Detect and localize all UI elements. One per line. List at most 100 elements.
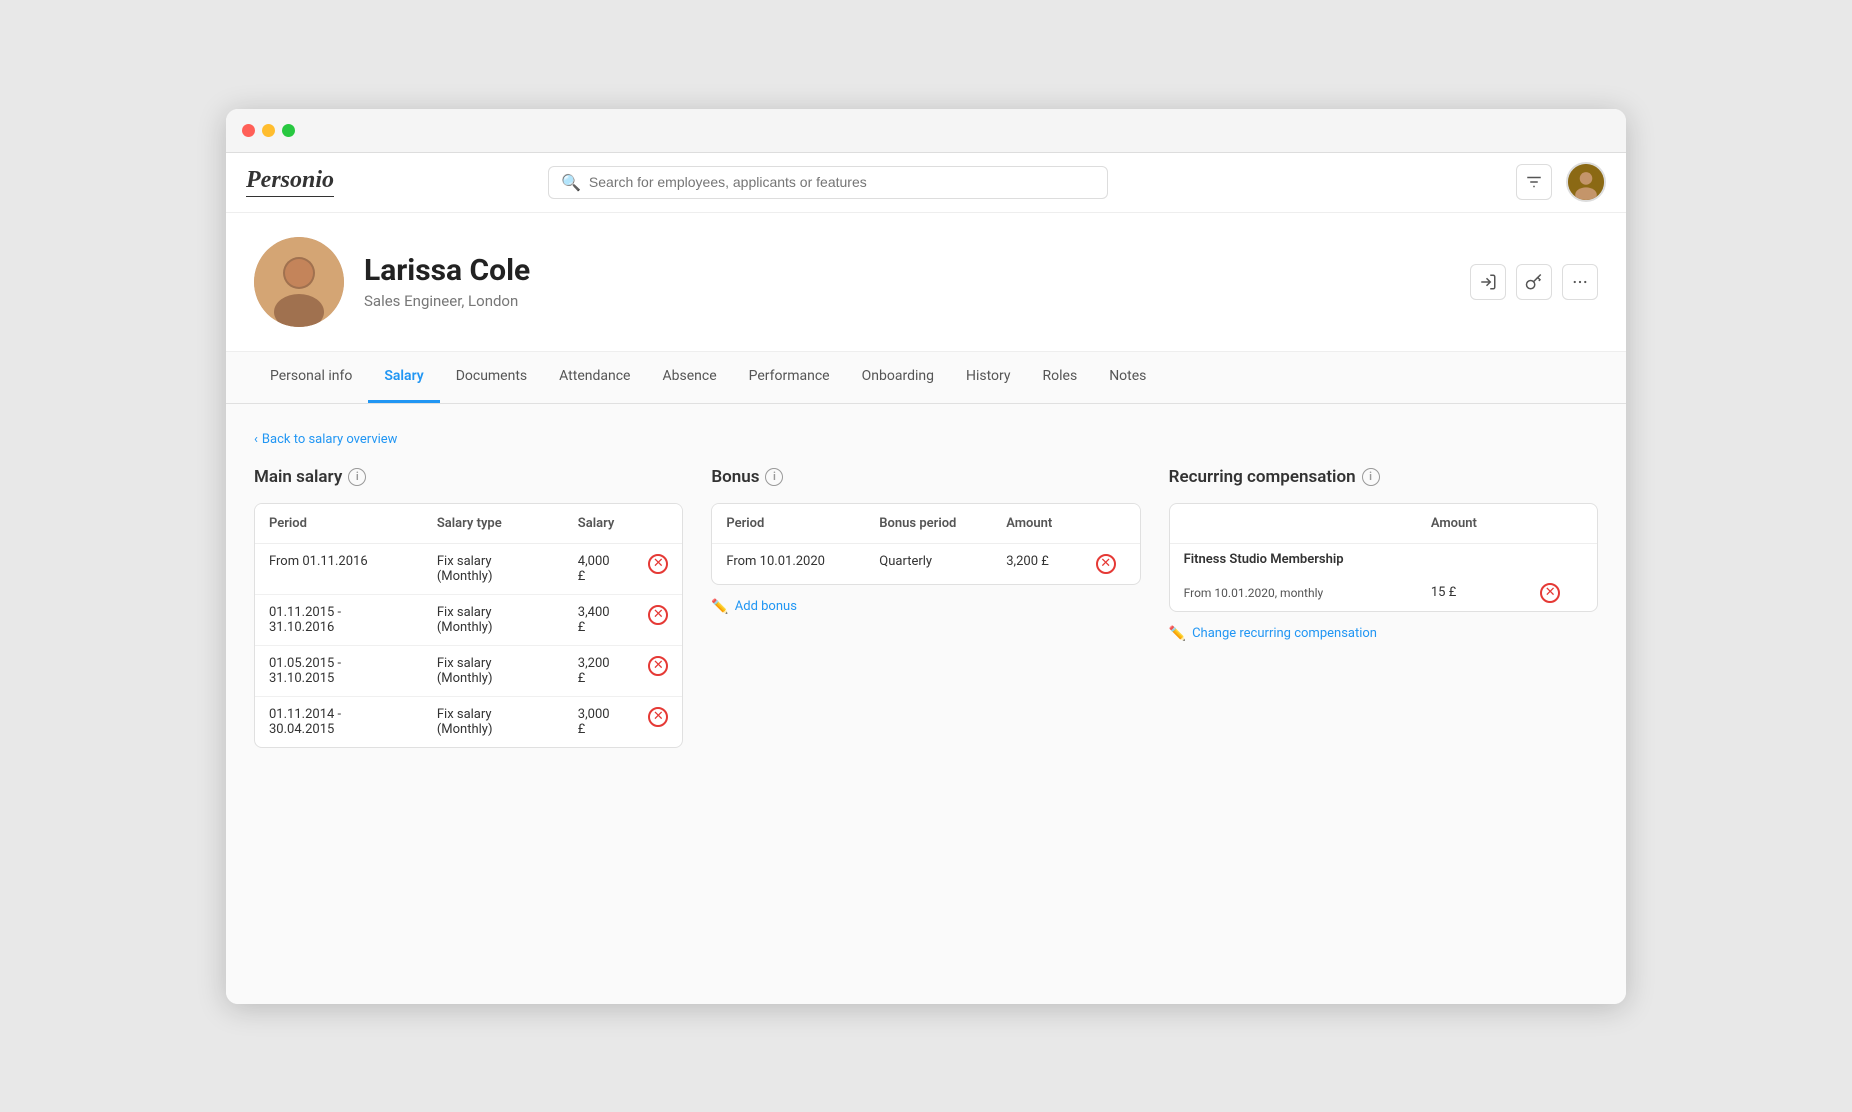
filter-icon	[1525, 173, 1543, 191]
profile-name: Larissa Cole	[364, 253, 1450, 288]
more-icon	[1571, 273, 1589, 291]
nav-right	[1516, 162, 1606, 202]
delete-button[interactable]: ✕	[648, 656, 668, 676]
main-salary-col-period: Period	[255, 504, 423, 544]
main-salary-col-action	[634, 504, 682, 544]
back-chevron-icon: ‹	[254, 432, 258, 447]
user-avatar[interactable]	[1566, 162, 1606, 202]
delete-cell: ✕	[634, 543, 682, 594]
recurring-col-name	[1170, 504, 1417, 544]
more-button[interactable]	[1562, 264, 1598, 300]
tab-salary[interactable]: Salary	[368, 352, 439, 403]
profile-photo	[254, 237, 344, 327]
recurring-col-amount: Amount	[1417, 504, 1526, 544]
bonus-section: Bonus i Period Bonus period Amount	[711, 467, 1140, 748]
logo: Personio	[246, 167, 334, 197]
amount-cell: 3,200 £	[992, 543, 1081, 584]
delete-cell: ✕	[1526, 575, 1597, 611]
recurring-name-cell: Fitness Studio Membership	[1170, 543, 1597, 575]
search-icon: 🔍	[561, 173, 581, 192]
key-button[interactable]	[1516, 264, 1552, 300]
recurring-info-icon[interactable]: i	[1362, 468, 1380, 486]
period-cell: From 10.01.2020	[712, 543, 865, 584]
key-icon	[1525, 273, 1543, 291]
tab-notes[interactable]: Notes	[1093, 352, 1162, 403]
close-dot[interactable]	[242, 124, 255, 137]
main-salary-col-salary: Salary	[564, 504, 635, 544]
type-cell: Fix salary (Monthly)	[423, 543, 564, 594]
back-to-salary-link[interactable]: ‹ Back to salary overview	[254, 432, 397, 447]
pencil-icon: ✏️	[711, 599, 728, 615]
minimize-dot[interactable]	[262, 124, 275, 137]
main-salary-section: Main salary i Period Salary type Salary	[254, 467, 683, 748]
recurring-col-action	[1526, 504, 1597, 544]
back-link-label: Back to salary overview	[262, 432, 398, 447]
change-recurring-label: Change recurring compensation	[1192, 626, 1377, 641]
bonus-col-period: Period	[712, 504, 865, 544]
window-controls	[242, 124, 295, 137]
add-bonus-link[interactable]: ✏️ Add bonus	[711, 599, 797, 615]
maximize-dot[interactable]	[282, 124, 295, 137]
tab-performance[interactable]: Performance	[733, 352, 846, 403]
delete-cell: ✕	[634, 594, 682, 645]
delete-button[interactable]: ✕	[648, 605, 668, 625]
bonus-period-cell: Quarterly	[865, 543, 992, 584]
main-salary-table: Period Salary type Salary From 01.11.201…	[254, 503, 683, 748]
delete-cell: ✕	[634, 645, 682, 696]
titlebar	[226, 109, 1626, 153]
period-cell: From 01.11.2016	[255, 543, 423, 594]
delete-cell: ✕	[634, 696, 682, 747]
table-row: From 01.11.2016 Fix salary (Monthly) 4,0…	[255, 543, 682, 594]
table-row: 01.11.2015 - 31.10.2016 Fix salary (Mont…	[255, 594, 682, 645]
bonus-col-bonus-period: Bonus period	[865, 504, 992, 544]
salary-grid: Main salary i Period Salary type Salary	[254, 467, 1598, 748]
profile-role: Sales Engineer, London	[364, 292, 1450, 310]
recurring-amount-cell: 15 £	[1417, 575, 1526, 611]
delete-button[interactable]: ✕	[648, 554, 668, 574]
type-cell: Fix salary (Monthly)	[423, 645, 564, 696]
change-recurring-link[interactable]: ✏️ Change recurring compensation	[1169, 626, 1377, 642]
table-row: Fitness Studio Membership	[1170, 543, 1597, 575]
main-salary-info-icon[interactable]: i	[348, 468, 366, 486]
delete-cell: ✕	[1082, 543, 1140, 584]
tab-absence[interactable]: Absence	[646, 352, 732, 403]
bonus-info-icon[interactable]: i	[765, 468, 783, 486]
tab-attendance[interactable]: Attendance	[543, 352, 646, 403]
tab-history[interactable]: History	[950, 352, 1027, 403]
search-input[interactable]	[589, 174, 1095, 190]
tab-personal-info[interactable]: Personal info	[254, 352, 368, 403]
delete-button[interactable]: ✕	[1540, 583, 1560, 603]
table-row: From 10.01.2020 Quarterly 3,200 £ ✕	[712, 543, 1139, 584]
tab-roles[interactable]: Roles	[1027, 352, 1094, 403]
recurring-title: Recurring compensation i	[1169, 467, 1598, 487]
type-cell: Fix salary (Monthly)	[423, 594, 564, 645]
login-icon	[1479, 273, 1497, 291]
salary-cell: 3,400 £	[564, 594, 635, 645]
period-cell: 01.11.2014 - 30.04.2015	[255, 696, 423, 747]
pencil-icon-recurring: ✏️	[1169, 626, 1186, 642]
recurring-period-cell: From 10.01.2020, monthly	[1170, 575, 1417, 611]
profile-header: Larissa Cole Sales Engineer, London	[226, 213, 1626, 352]
filter-icon-button[interactable]	[1516, 164, 1552, 200]
add-bonus-label: Add bonus	[735, 599, 797, 614]
delete-button[interactable]: ✕	[648, 707, 668, 727]
tabs: Personal info Salary Documents Attendanc…	[226, 352, 1626, 404]
tab-onboarding[interactable]: Onboarding	[846, 352, 950, 403]
salary-cell: 3,200 £	[564, 645, 635, 696]
topnav: Personio 🔍	[226, 153, 1626, 213]
period-cell: 01.11.2015 - 31.10.2016	[255, 594, 423, 645]
search-bar[interactable]: 🔍	[548, 166, 1108, 199]
profile-actions	[1470, 264, 1598, 300]
salary-cell: 3,000 £	[564, 696, 635, 747]
login-button[interactable]	[1470, 264, 1506, 300]
main-salary-col-type: Salary type	[423, 504, 564, 544]
profile-info: Larissa Cole Sales Engineer, London	[364, 253, 1450, 310]
bonus-col-action	[1082, 504, 1140, 544]
table-row: 01.11.2014 - 30.04.2015 Fix salary (Mont…	[255, 696, 682, 747]
recurring-table: Amount Fitness Studio Membership From 10…	[1169, 503, 1598, 612]
bonus-col-amount: Amount	[992, 504, 1081, 544]
tab-documents[interactable]: Documents	[440, 352, 543, 403]
period-cell: 01.05.2015 - 31.10.2015	[255, 645, 423, 696]
delete-button[interactable]: ✕	[1096, 554, 1116, 574]
table-row: 01.05.2015 - 31.10.2015 Fix salary (Mont…	[255, 645, 682, 696]
